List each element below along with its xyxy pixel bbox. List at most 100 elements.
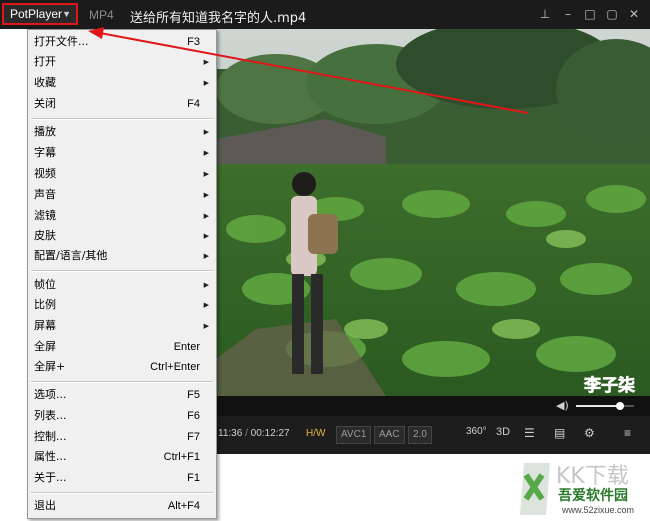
volume-icon[interactable]: ◀): [556, 399, 569, 412]
time-total: 00:12:27: [250, 428, 290, 439]
submenu-arrow-icon: ▶: [203, 170, 209, 178]
chevron-down-icon: ▼: [62, 9, 71, 19]
potplayer-menu-button[interactable]: PotPlayer ▼: [2, 3, 78, 25]
volume-track[interactable]: [576, 402, 634, 410]
menu-item-label: 打开: [34, 55, 56, 68]
menu-item-exit[interactable]: 退出 Alt+F4: [28, 496, 216, 516]
menu-item-subtitles[interactable]: 字幕 ▶: [28, 143, 216, 163]
search-icon[interactable]: ☰: [524, 426, 535, 440]
submenu-arrow-icon: ▶: [203, 212, 209, 220]
vr360-button[interactable]: 360°: [466, 426, 487, 437]
menu-item-label: 比例: [34, 298, 56, 311]
title-bar: PotPlayer ▼ MP4 送给所有知道我名字的人.mp4 ⊥ – □ ▢ …: [0, 0, 650, 29]
menu-item-label: 播放: [34, 125, 56, 138]
main-context-menu: 打开文件... F3 打开 ▶ 收藏 ▶ 关闭 F4 播放 ▶ 字幕 ▶ 视频 …: [27, 29, 217, 519]
hw-badge[interactable]: H/W: [302, 426, 329, 442]
menu-item-skins[interactable]: 皮肤 ▶: [28, 226, 216, 246]
menu-item-config-language[interactable]: 配置/语言/其他 ▶: [28, 246, 216, 266]
menu-separator: [31, 492, 213, 494]
menu-item-label: 控制...: [34, 430, 67, 443]
time-separator: /: [245, 428, 248, 439]
menu-separator: [31, 381, 213, 383]
format-label: MP4: [89, 8, 114, 22]
menu-item-label: 字幕: [34, 146, 56, 159]
maximize-icon[interactable]: □: [582, 6, 598, 22]
watermark: KK下载 吾爱软件园 www.52zixue.com: [506, 455, 650, 521]
menu-item-shortcut: F3: [187, 36, 200, 48]
menu-item-frame[interactable]: 帧位 ▶: [28, 275, 216, 295]
menu-item-fullscreen[interactable]: 全屏 Enter: [28, 337, 216, 357]
menu-item-label: 全屏+: [34, 360, 66, 373]
menu-item-open[interactable]: 打开 ▶: [28, 52, 216, 72]
menu-separator: [31, 118, 213, 120]
menu-item-label: 属性...: [34, 450, 67, 463]
menu-item-label: 配置/语言/其他: [34, 249, 108, 262]
menu-item-shortcut: Ctrl+Enter: [150, 361, 200, 373]
submenu-arrow-icon: ▶: [203, 79, 209, 87]
menu-item-label: 退出: [34, 499, 56, 512]
menu-item-label: 视频: [34, 167, 56, 180]
video-codec-badge[interactable]: AVC1: [336, 426, 372, 444]
menu-item-favorites[interactable]: 收藏 ▶: [28, 73, 216, 93]
submenu-arrow-icon: ▶: [203, 149, 209, 157]
menu-item-label: 全屏: [34, 340, 56, 353]
submenu-arrow-icon: ▶: [203, 232, 209, 240]
submenu-arrow-icon: ▶: [203, 301, 209, 309]
menu-item-label: 皮肤: [34, 229, 56, 242]
menu-item-about[interactable]: 关于... F1: [28, 468, 216, 488]
3d-button[interactable]: 3D: [496, 426, 510, 438]
menu-item-audio[interactable]: 声音 ▶: [28, 185, 216, 205]
window-title: 送给所有知道我名字的人.mp4: [130, 11, 307, 26]
menu-item-shortcut: Enter: [173, 341, 200, 353]
menu-item-label: 关闭: [34, 97, 56, 110]
close-icon[interactable]: ✕: [626, 6, 642, 22]
control-bar: 11:36 / 00:12:27 H/W AVC1 AAC 2.0 360° 3…: [216, 416, 650, 454]
menu-item-label: 选项...: [34, 388, 67, 401]
subtitle-icon[interactable]: ▤: [554, 426, 565, 440]
time-display: 11:36 / 00:12:27: [218, 428, 290, 439]
submenu-arrow-icon: ▶: [203, 128, 209, 136]
menu-item-label: 屏幕: [34, 319, 56, 332]
submenu-arrow-icon: ▶: [203, 252, 209, 260]
menu-item-label: 声音: [34, 188, 56, 201]
minimize-icon[interactable]: –: [560, 6, 576, 22]
menu-item-shortcut: F6: [187, 410, 200, 422]
submenu-arrow-icon: ▶: [203, 191, 209, 199]
menu-item-video[interactable]: 视频 ▶: [28, 164, 216, 184]
menu-item-shortcut: Ctrl+F1: [163, 451, 200, 463]
menu-item-control[interactable]: 控制... F7: [28, 427, 216, 447]
menu-item-open-file[interactable]: 打开文件... F3: [28, 32, 216, 52]
app-button-label: PotPlayer: [10, 7, 63, 21]
menu-item-shortcut: F1: [187, 472, 200, 484]
menu-separator: [31, 270, 213, 272]
channels-badge[interactable]: 2.0: [408, 426, 432, 444]
menu-item-label: 收藏: [34, 76, 56, 89]
menu-item-fullscreen-plus[interactable]: 全屏+ Ctrl+Enter: [28, 357, 216, 377]
gear-icon[interactable]: ⚙: [584, 426, 595, 440]
volume-knob[interactable]: [615, 402, 624, 410]
video-subtitle-overlay: 李子柒: [584, 375, 635, 396]
menu-item-shortcut: F7: [187, 431, 200, 443]
menu-item-label: 关于...: [34, 471, 67, 484]
pin-icon[interactable]: ⊥: [537, 6, 553, 22]
menu-item-playback[interactable]: 播放 ▶: [28, 122, 216, 142]
menu-item-playlist[interactable]: 列表... F6: [28, 406, 216, 426]
time-current: 11:36: [218, 428, 243, 439]
menu-item-label: 帧位: [34, 278, 56, 291]
video-frame: 李子柒: [216, 29, 650, 416]
menu-item-options[interactable]: 选项... F5: [28, 385, 216, 405]
menu-item-shortcut: Alt+F4: [167, 500, 200, 512]
menu-item-shortcut: F5: [187, 389, 200, 401]
submenu-arrow-icon: ▶: [203, 58, 209, 66]
menu-item-close[interactable]: 关闭 F4: [28, 94, 216, 114]
fullscreen-icon[interactable]: ▢: [604, 6, 620, 22]
menu-item-filters[interactable]: 滤镜 ▶: [28, 206, 216, 226]
menu-item-properties[interactable]: 属性... Ctrl+F1: [28, 447, 216, 467]
seek-bar[interactable]: ◀): [216, 396, 650, 416]
audio-codec-badge[interactable]: AAC: [374, 426, 405, 444]
menu-item-screen[interactable]: 屏幕 ▶: [28, 316, 216, 336]
menu-item-aspect-ratio[interactable]: 比例 ▶: [28, 295, 216, 315]
menu-item-label: 打开文件...: [34, 35, 89, 48]
video-area[interactable]: 李子柒: [216, 29, 650, 416]
playlist-menu-icon[interactable]: ≡: [624, 426, 631, 440]
